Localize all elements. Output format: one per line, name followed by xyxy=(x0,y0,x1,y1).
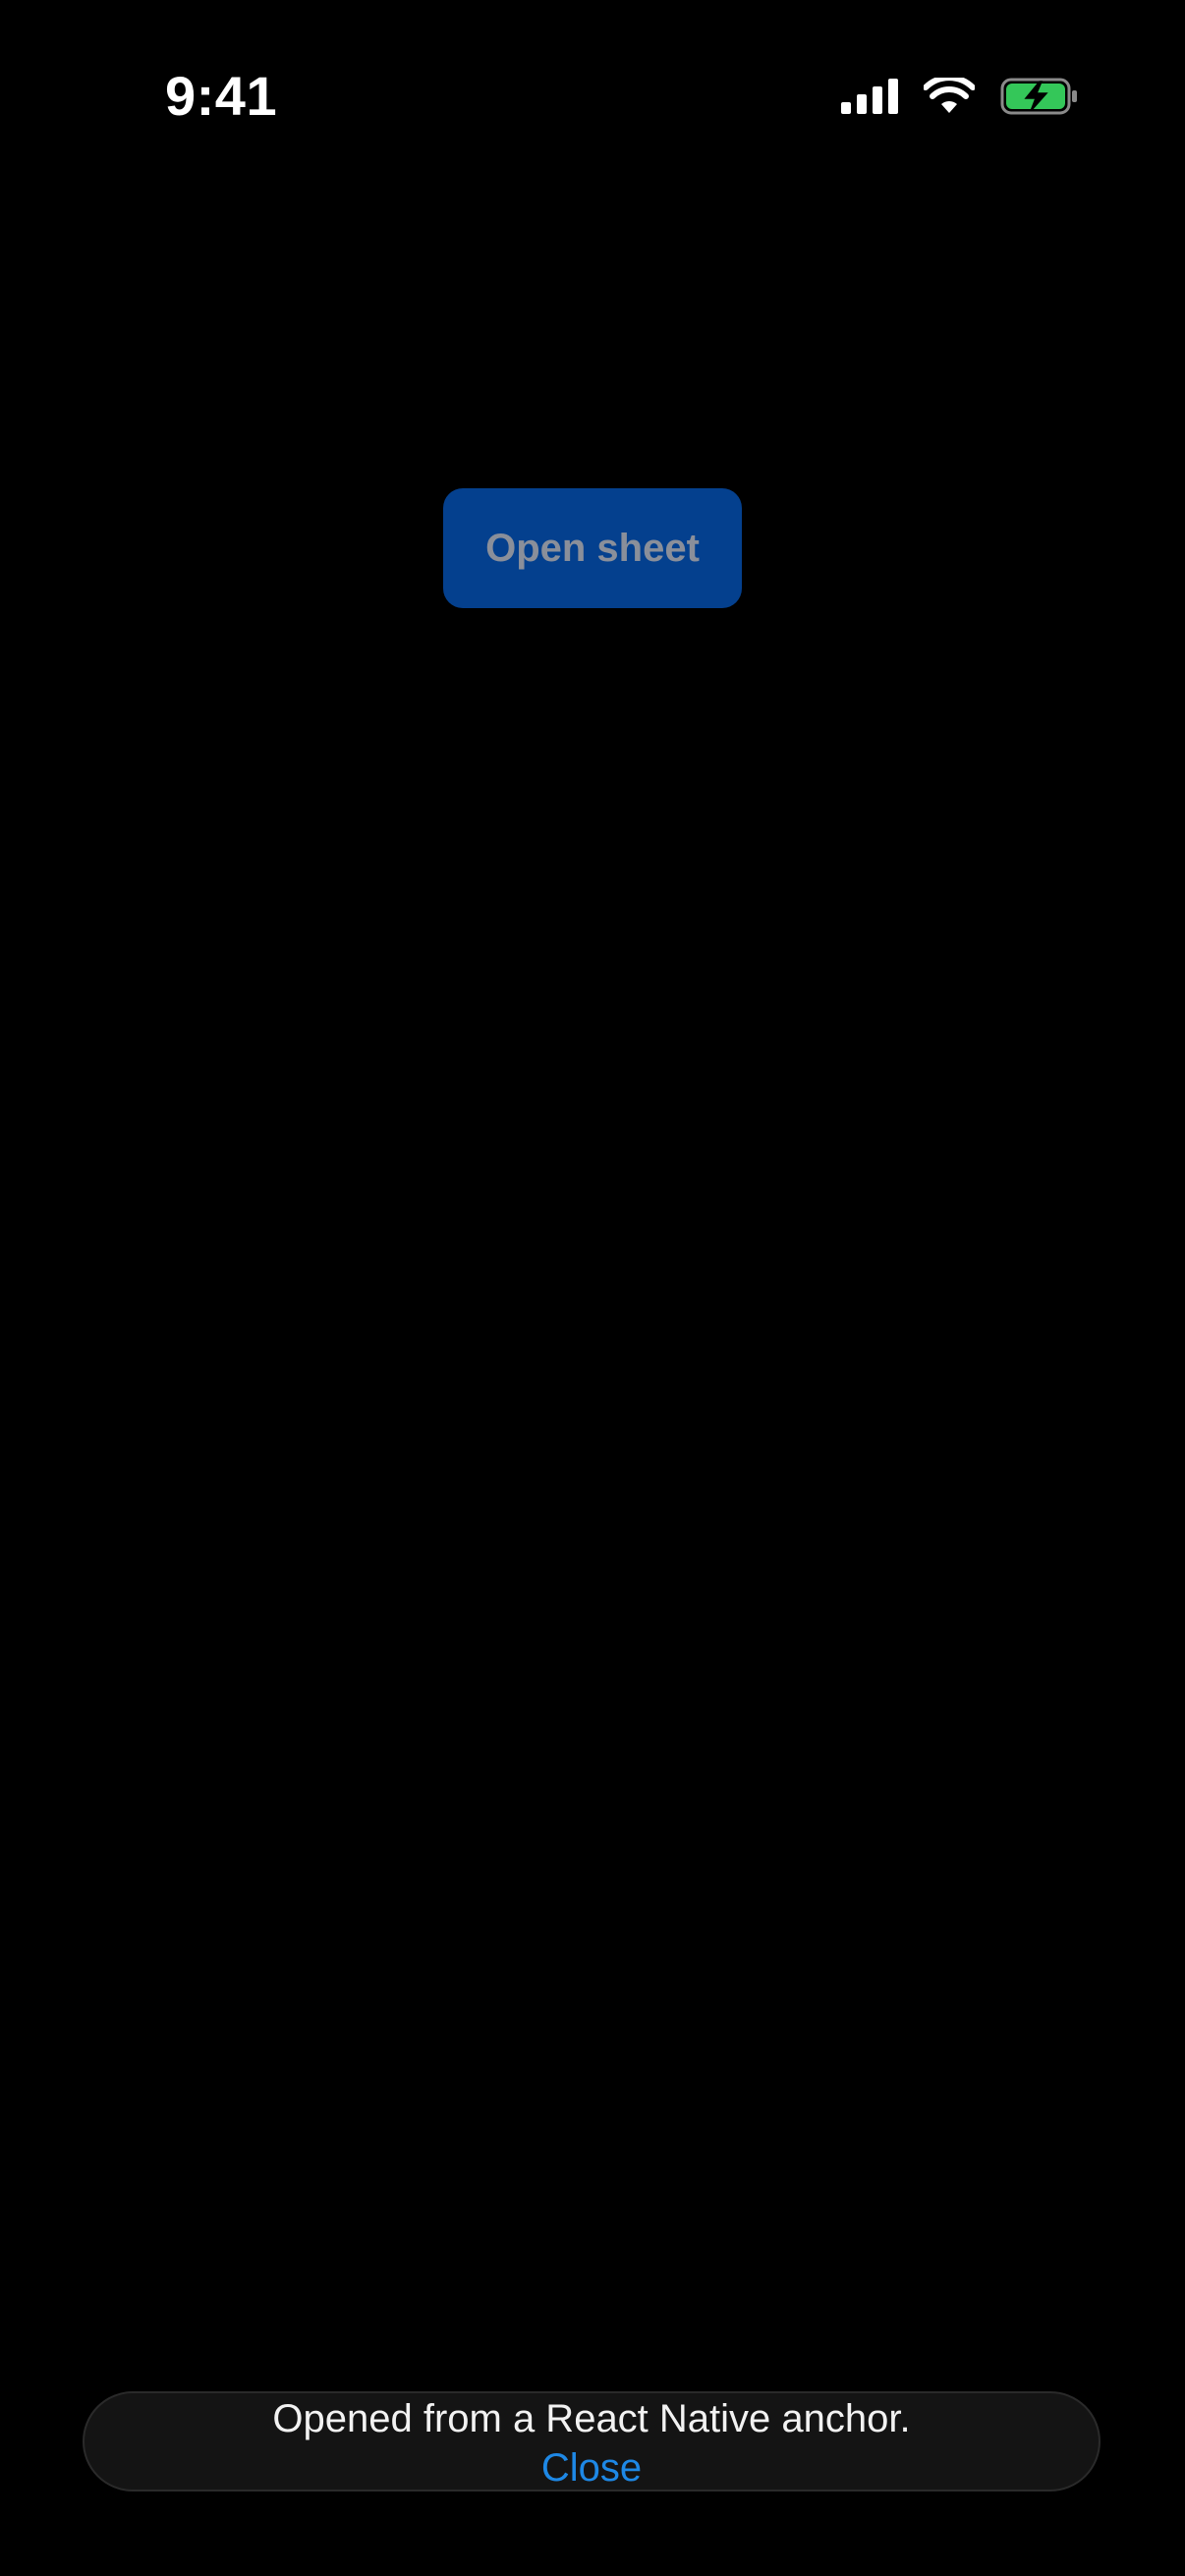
anchored-sheet: Opened from a React Native anchor. Close xyxy=(83,2391,1100,2492)
app-screen: 9:41 Open sheet Opened from a React Nati… xyxy=(0,0,1185,2576)
wifi-icon xyxy=(924,78,975,115)
status-bar: 9:41 xyxy=(0,0,1185,138)
cellular-signal-icon xyxy=(841,79,898,114)
status-icons xyxy=(841,73,1079,120)
close-button[interactable]: Close xyxy=(85,2442,1099,2493)
open-sheet-button[interactable]: Open sheet xyxy=(443,488,742,608)
battery-charging-icon xyxy=(1000,77,1079,116)
status-time: 9:41 xyxy=(165,65,278,127)
sheet-message: Opened from a React Native anchor. xyxy=(272,2397,911,2440)
